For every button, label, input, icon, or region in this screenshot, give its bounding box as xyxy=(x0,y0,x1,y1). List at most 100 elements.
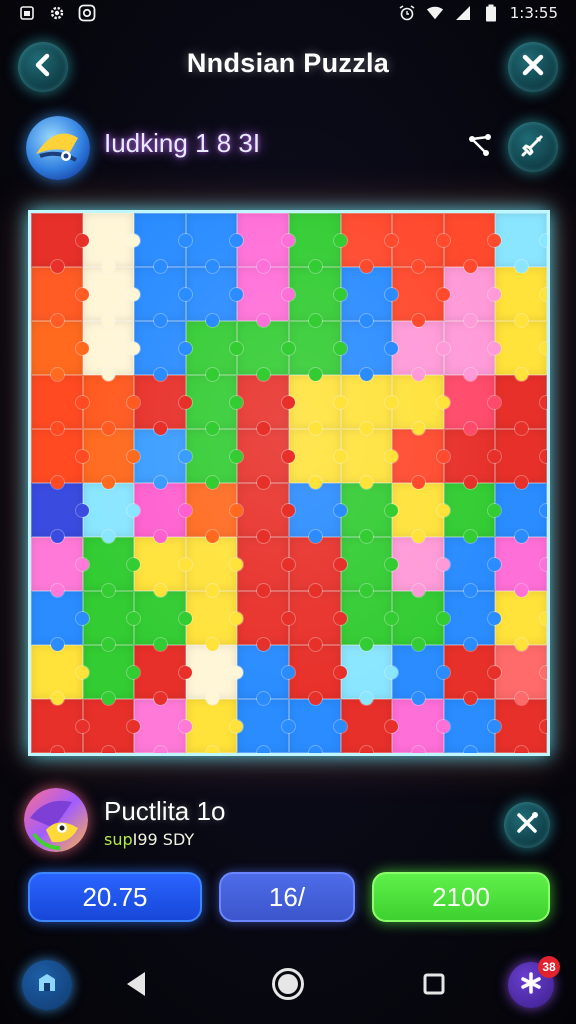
puzzle-piece[interactable] xyxy=(134,537,192,597)
player-bottom-avatar[interactable] xyxy=(24,788,88,852)
puzzle-piece[interactable] xyxy=(288,267,347,327)
player-top-avatar[interactable] xyxy=(26,116,90,180)
puzzle-piece[interactable] xyxy=(237,591,295,651)
puzzle-piece[interactable] xyxy=(392,321,450,381)
puzzle-piece[interactable] xyxy=(288,213,347,273)
puzzle-piece[interactable] xyxy=(392,699,450,753)
puzzle-piece[interactable] xyxy=(443,591,501,651)
puzzle-piece[interactable] xyxy=(82,321,140,381)
puzzle-piece[interactable] xyxy=(495,213,547,273)
puzzle-piece[interactable] xyxy=(237,213,295,273)
puzzle-piece[interactable] xyxy=(134,591,192,651)
puzzle-piece[interactable] xyxy=(31,321,89,381)
puzzle-piece[interactable] xyxy=(185,699,243,753)
close-button[interactable] xyxy=(508,42,558,92)
puzzle-piece[interactable] xyxy=(185,213,243,273)
puzzle-piece[interactable] xyxy=(185,591,243,651)
puzzle-piece[interactable] xyxy=(237,375,295,435)
puzzle-piece[interactable] xyxy=(340,267,398,327)
share-icon[interactable] xyxy=(466,131,494,159)
puzzle-piece[interactable] xyxy=(288,429,347,489)
nav-home-button[interactable] xyxy=(268,966,308,1006)
puzzle-piece[interactable] xyxy=(31,537,89,597)
puzzle-piece[interactable] xyxy=(82,537,140,597)
puzzle-piece[interactable] xyxy=(31,213,89,273)
puzzle-piece[interactable] xyxy=(340,321,398,381)
puzzle-piece[interactable] xyxy=(495,591,547,651)
puzzle-piece[interactable] xyxy=(495,699,547,753)
tools-button[interactable] xyxy=(504,802,550,848)
puzzle-piece[interactable] xyxy=(82,483,140,543)
puzzle-piece[interactable] xyxy=(443,213,501,273)
puzzle-piece[interactable] xyxy=(82,591,140,651)
puzzle-piece[interactable] xyxy=(134,699,192,753)
puzzle-piece[interactable] xyxy=(392,645,450,705)
puzzle-piece[interactable] xyxy=(340,699,398,753)
puzzle-piece[interactable] xyxy=(340,645,398,705)
puzzle-piece[interactable] xyxy=(134,213,192,273)
puzzle-piece[interactable] xyxy=(237,699,295,753)
puzzle-piece[interactable] xyxy=(495,375,547,435)
puzzle-piece[interactable] xyxy=(288,375,347,435)
puzzle-piece[interactable] xyxy=(31,429,89,489)
puzzle-piece[interactable] xyxy=(392,267,450,327)
puzzle-grid[interactable] xyxy=(31,213,547,753)
puzzle-piece[interactable] xyxy=(134,267,192,327)
puzzle-piece[interactable] xyxy=(185,483,243,543)
puzzle-piece[interactable] xyxy=(185,645,243,705)
puzzle-piece[interactable] xyxy=(340,213,398,273)
puzzle-piece[interactable] xyxy=(82,213,140,273)
puzzle-piece[interactable] xyxy=(495,429,547,489)
puzzle-piece[interactable] xyxy=(82,645,140,705)
puzzle-piece[interactable] xyxy=(82,699,140,753)
puzzle-piece[interactable] xyxy=(495,321,547,381)
puzzle-piece[interactable] xyxy=(443,483,501,543)
puzzle-piece[interactable] xyxy=(31,591,89,651)
puzzle-piece[interactable] xyxy=(495,537,547,597)
puzzle-piece[interactable] xyxy=(82,267,140,327)
puzzle-piece[interactable] xyxy=(134,645,192,705)
puzzle-piece[interactable] xyxy=(340,375,398,435)
puzzle-piece[interactable] xyxy=(185,267,243,327)
puzzle-piece[interactable] xyxy=(288,321,347,381)
stat-moves[interactable]: 16/ xyxy=(219,872,355,922)
puzzle-piece[interactable] xyxy=(443,375,501,435)
home-button[interactable] xyxy=(22,960,72,1010)
stat-time[interactable]: 20.75 xyxy=(28,872,202,922)
puzzle-piece[interactable] xyxy=(134,375,192,435)
puzzle-piece[interactable] xyxy=(443,699,501,753)
puzzle-piece[interactable] xyxy=(31,645,89,705)
puzzle-piece[interactable] xyxy=(340,483,398,543)
puzzle-piece[interactable] xyxy=(185,321,243,381)
puzzle-piece[interactable] xyxy=(392,213,450,273)
puzzle-piece[interactable] xyxy=(82,375,140,435)
puzzle-piece[interactable] xyxy=(134,483,192,543)
puzzle-piece[interactable] xyxy=(31,267,89,327)
puzzle-piece[interactable] xyxy=(237,321,295,381)
puzzle-piece[interactable] xyxy=(443,645,501,705)
puzzle-piece[interactable] xyxy=(392,483,450,543)
puzzle-piece[interactable] xyxy=(237,645,295,705)
puzzle-piece[interactable] xyxy=(185,375,243,435)
puzzle-piece[interactable] xyxy=(340,429,398,489)
puzzle-piece[interactable] xyxy=(443,429,501,489)
puzzle-piece[interactable] xyxy=(185,537,243,597)
puzzle-piece[interactable] xyxy=(237,537,295,597)
puzzle-piece[interactable] xyxy=(392,375,450,435)
stat-score[interactable]: 2100 xyxy=(372,872,550,922)
puzzle-piece[interactable] xyxy=(185,429,243,489)
puzzle-piece[interactable] xyxy=(340,591,398,651)
hint-button[interactable] xyxy=(508,122,558,172)
puzzle-piece[interactable] xyxy=(392,537,450,597)
nav-back-button[interactable] xyxy=(118,966,154,1006)
puzzle-piece[interactable] xyxy=(134,321,192,381)
puzzle-piece[interactable] xyxy=(31,483,89,543)
puzzle-piece[interactable] xyxy=(495,483,547,543)
puzzle-piece[interactable] xyxy=(495,267,547,327)
puzzle-piece[interactable] xyxy=(288,483,347,543)
puzzle-piece[interactable] xyxy=(392,429,450,489)
puzzle-piece[interactable] xyxy=(237,429,295,489)
puzzle-piece[interactable] xyxy=(31,375,89,435)
puzzle-piece[interactable] xyxy=(237,483,295,543)
puzzle-piece[interactable] xyxy=(288,645,347,705)
